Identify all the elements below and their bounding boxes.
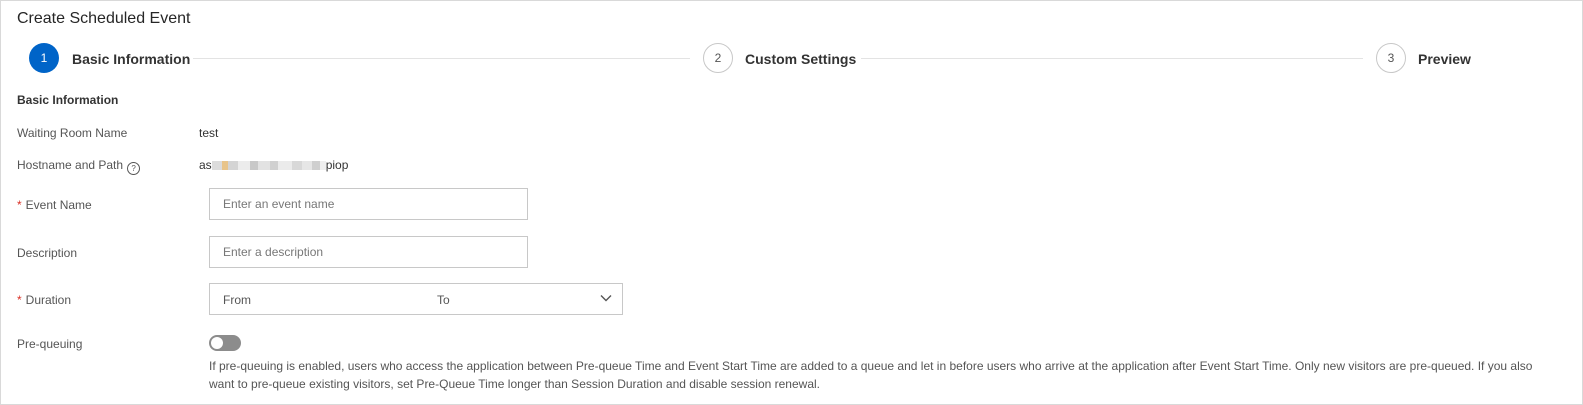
step-2-label: Custom Settings [745,51,857,67]
description-label: Description [17,246,78,260]
description-input[interactable] [209,236,528,268]
step-2-indicator: 2 [703,43,733,73]
step-1-indicator: 1 [29,43,59,73]
duration-to-placeholder[interactable]: To [437,293,450,307]
question-circle-icon[interactable]: ? [127,162,141,175]
chevron-down-icon[interactable] [599,291,613,305]
hostname-suffix: piop [325,158,349,172]
hostname-prefix: as [199,158,212,172]
event-name-label: * Event Name [17,198,92,212]
event-name-input[interactable] [209,188,528,220]
step-connector-2 [861,58,1363,59]
pre-queuing-toggle[interactable] [209,335,241,351]
required-mark: * [17,293,22,307]
step-3-indicator: 3 [1376,43,1406,73]
waiting-room-name-label: Waiting Room Name [17,126,128,140]
toggle-knob [211,337,223,349]
required-mark: * [17,198,22,212]
step-3-label: Preview [1418,51,1471,67]
hostname-path-value: as piop [199,158,348,173]
hostname-path-label: Hostname and Path? [17,158,141,175]
duration-label-text: Duration [25,293,72,307]
duration-range-picker[interactable]: From To [209,283,623,315]
duration-from-placeholder[interactable]: From [223,293,251,307]
event-name-label-text: Event Name [25,198,92,212]
step-1-label: Basic Information [72,51,191,67]
section-title: Basic Information [17,93,119,107]
waiting-room-name-value: test [199,126,219,140]
hostname-path-label-text: Hostname and Path [17,158,124,172]
page-title: Create Scheduled Event [17,10,191,27]
pre-queuing-label: Pre-queuing [17,337,83,351]
pre-queuing-hint: If pre-queuing is enabled, users who acc… [209,359,1533,391]
redacted-hostname [211,159,326,173]
duration-label: * Duration [17,293,71,307]
step-connector-1 [193,58,690,59]
create-scheduled-event-panel: Create Scheduled Event 1 Basic Informati… [0,0,1583,405]
